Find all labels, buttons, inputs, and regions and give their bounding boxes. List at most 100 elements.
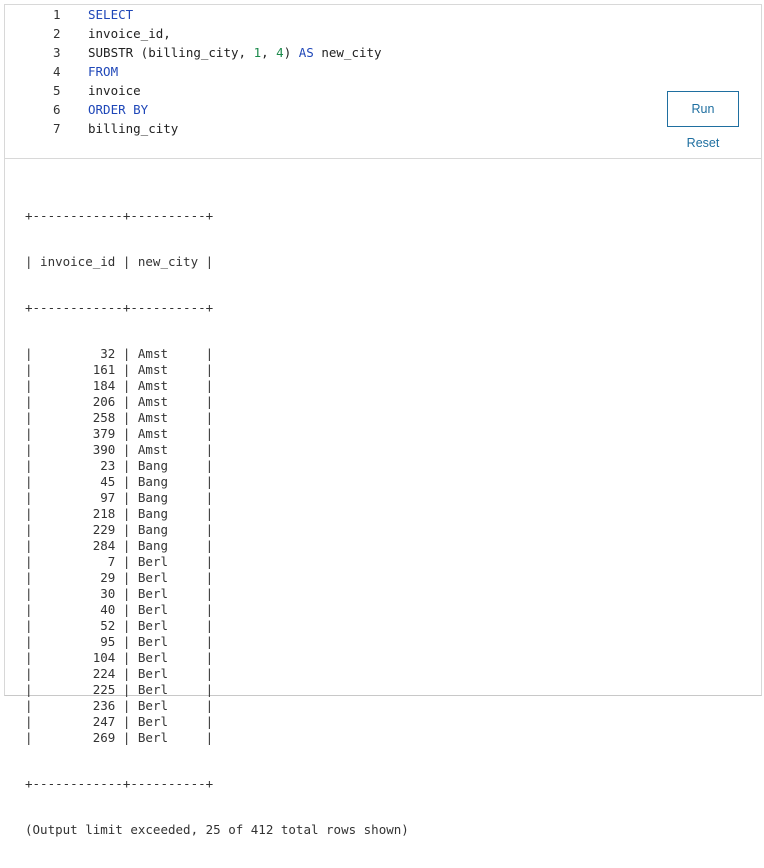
table-row: | 247 | Berl | [25, 714, 214, 729]
cell-new-city: Berl [137, 554, 199, 569]
cell-new-city: Berl [137, 650, 199, 665]
cell-new-city: Berl [137, 618, 199, 633]
cell-new-city: Berl [137, 602, 199, 617]
code-line[interactable]: 1 SELECT [5, 5, 645, 24]
line-number: 4 [53, 64, 61, 79]
cell-invoice-id: 284 [40, 538, 116, 553]
table-row: | 29 | Berl | [25, 570, 214, 585]
code-text: SELECT [88, 5, 133, 24]
cell-invoice-id: 236 [40, 698, 116, 713]
code-text: ORDER BY [88, 100, 148, 119]
cell-invoice-id: 45 [40, 474, 116, 489]
line-number: 7 [53, 121, 61, 136]
table-row: | 284 | Bang | [25, 538, 214, 553]
code-text: SUBSTR (billing_city, 1, 4) AS new_city [88, 43, 382, 62]
sql-token: invoice_id, [88, 26, 171, 41]
cell-invoice-id: 184 [40, 378, 116, 393]
cell-invoice-id: 30 [40, 586, 116, 601]
sql-number: 4 [276, 45, 284, 60]
cell-new-city: Amst [137, 362, 199, 377]
reset-link[interactable]: Reset [667, 135, 739, 151]
cell-invoice-id: 269 [40, 730, 116, 745]
code-line[interactable]: 4 FROM [5, 62, 645, 81]
cell-new-city: Amst [137, 394, 199, 409]
cell-new-city: Bang [137, 490, 199, 505]
table-row: | 236 | Berl | [25, 698, 214, 713]
table-header-border: +------------+----------+ [25, 300, 214, 315]
sql-token: billing_city [88, 121, 179, 136]
cell-invoice-id: 52 [40, 618, 116, 633]
cell-new-city: Amst [137, 442, 199, 457]
code-text: invoice [88, 81, 141, 100]
sql-token: ) [283, 45, 299, 60]
table-row: | 225 | Berl | [25, 682, 214, 697]
cell-new-city: Amst [137, 346, 199, 361]
code-line[interactable]: 7 billing_city [5, 119, 645, 138]
cell-new-city: Bang [137, 458, 199, 473]
table-row: | 269 | Berl | [25, 730, 214, 745]
line-number: 5 [53, 83, 61, 98]
code-text: billing_city [88, 119, 178, 138]
code-line[interactable]: 3 SUBSTR (billing_city, 1, 4) AS new_city [5, 43, 645, 62]
cell-invoice-id: 224 [40, 666, 116, 681]
code-text: FROM [88, 62, 118, 81]
table-row: | 52 | Berl | [25, 618, 214, 633]
code-editor[interactable]: 1 SELECT 2 invoice_id, 3 SUBSTR (billing_city… [5, 5, 761, 159]
table-row: | 218 | Bang | [25, 506, 214, 521]
output-limit-note: (Output limit exceeded, 25 of 412 total … [25, 822, 409, 837]
sql-exercise-panel: 1 SELECT 2 invoice_id, 3 SUBSTR (billing_city… [4, 4, 762, 837]
cell-invoice-id: 40 [40, 602, 116, 617]
table-row: | 45 | Bang | [25, 474, 214, 489]
cell-invoice-id: 104 [40, 650, 116, 665]
sql-keyword: AS [298, 45, 314, 60]
table-top-border: +------------+----------+ [25, 208, 214, 223]
code-text: invoice_id, [88, 24, 171, 43]
table-row: | 97 | Bang | [25, 490, 214, 505]
cell-new-city: Berl [137, 730, 199, 745]
cell-invoice-id: 23 [40, 458, 116, 473]
cell-invoice-id: 7 [40, 554, 116, 569]
cell-invoice-id: 206 [40, 394, 116, 409]
sql-number: 1 [253, 45, 262, 60]
cell-new-city: Berl [137, 570, 199, 585]
cell-invoice-id: 258 [40, 410, 116, 425]
cell-invoice-id: 225 [40, 682, 116, 697]
code-line[interactable]: 5 invoice [5, 81, 645, 100]
code-line[interactable]: 2 invoice_id, [5, 24, 645, 43]
cell-invoice-id: 97 [40, 490, 116, 505]
cell-new-city: Bang [137, 538, 199, 553]
cell-invoice-id: 95 [40, 634, 116, 649]
line-number: 2 [53, 26, 61, 41]
cell-invoice-id: 161 [40, 362, 116, 377]
table-row: | 229 | Bang | [25, 522, 214, 537]
sql-token: new_city [313, 45, 382, 60]
sql-keyword: ORDER BY [88, 102, 149, 117]
cell-invoice-id: 229 [40, 522, 116, 537]
line-number: 6 [53, 102, 61, 117]
table-row: | 390 | Amst | [25, 442, 214, 457]
line-number: 1 [53, 7, 61, 22]
table-bottom-border: +------------+----------+ [25, 776, 214, 791]
table-row: | 224 | Berl | [25, 666, 214, 681]
run-button[interactable]: Run [667, 91, 739, 127]
cell-invoice-id: 379 [40, 426, 116, 441]
cell-invoice-id: 32 [40, 346, 116, 361]
cell-new-city: Bang [137, 506, 199, 521]
sql-token: SUBSTR (billing_city, [88, 45, 254, 60]
sql-keyword: SELECT [88, 7, 134, 22]
cell-invoice-id: 247 [40, 714, 116, 729]
table-row: | 30 | Berl | [25, 586, 214, 601]
line-number: 3 [53, 45, 61, 60]
table-row: | 184 | Amst | [25, 378, 214, 393]
sql-keyword: FROM [88, 64, 119, 79]
cell-new-city: Amst [137, 410, 199, 425]
cell-new-city: Berl [137, 666, 199, 681]
cell-invoice-id: 218 [40, 506, 116, 521]
table-row: | 40 | Berl | [25, 602, 214, 617]
sql-token: , [261, 45, 277, 60]
cell-new-city: Berl [137, 714, 199, 729]
table-row: | 32 | Amst | [25, 346, 214, 361]
table-row: | 23 | Bang | [25, 458, 214, 473]
table-row: | 379 | Amst | [25, 426, 214, 441]
code-line[interactable]: 6 ORDER BY [5, 100, 645, 119]
